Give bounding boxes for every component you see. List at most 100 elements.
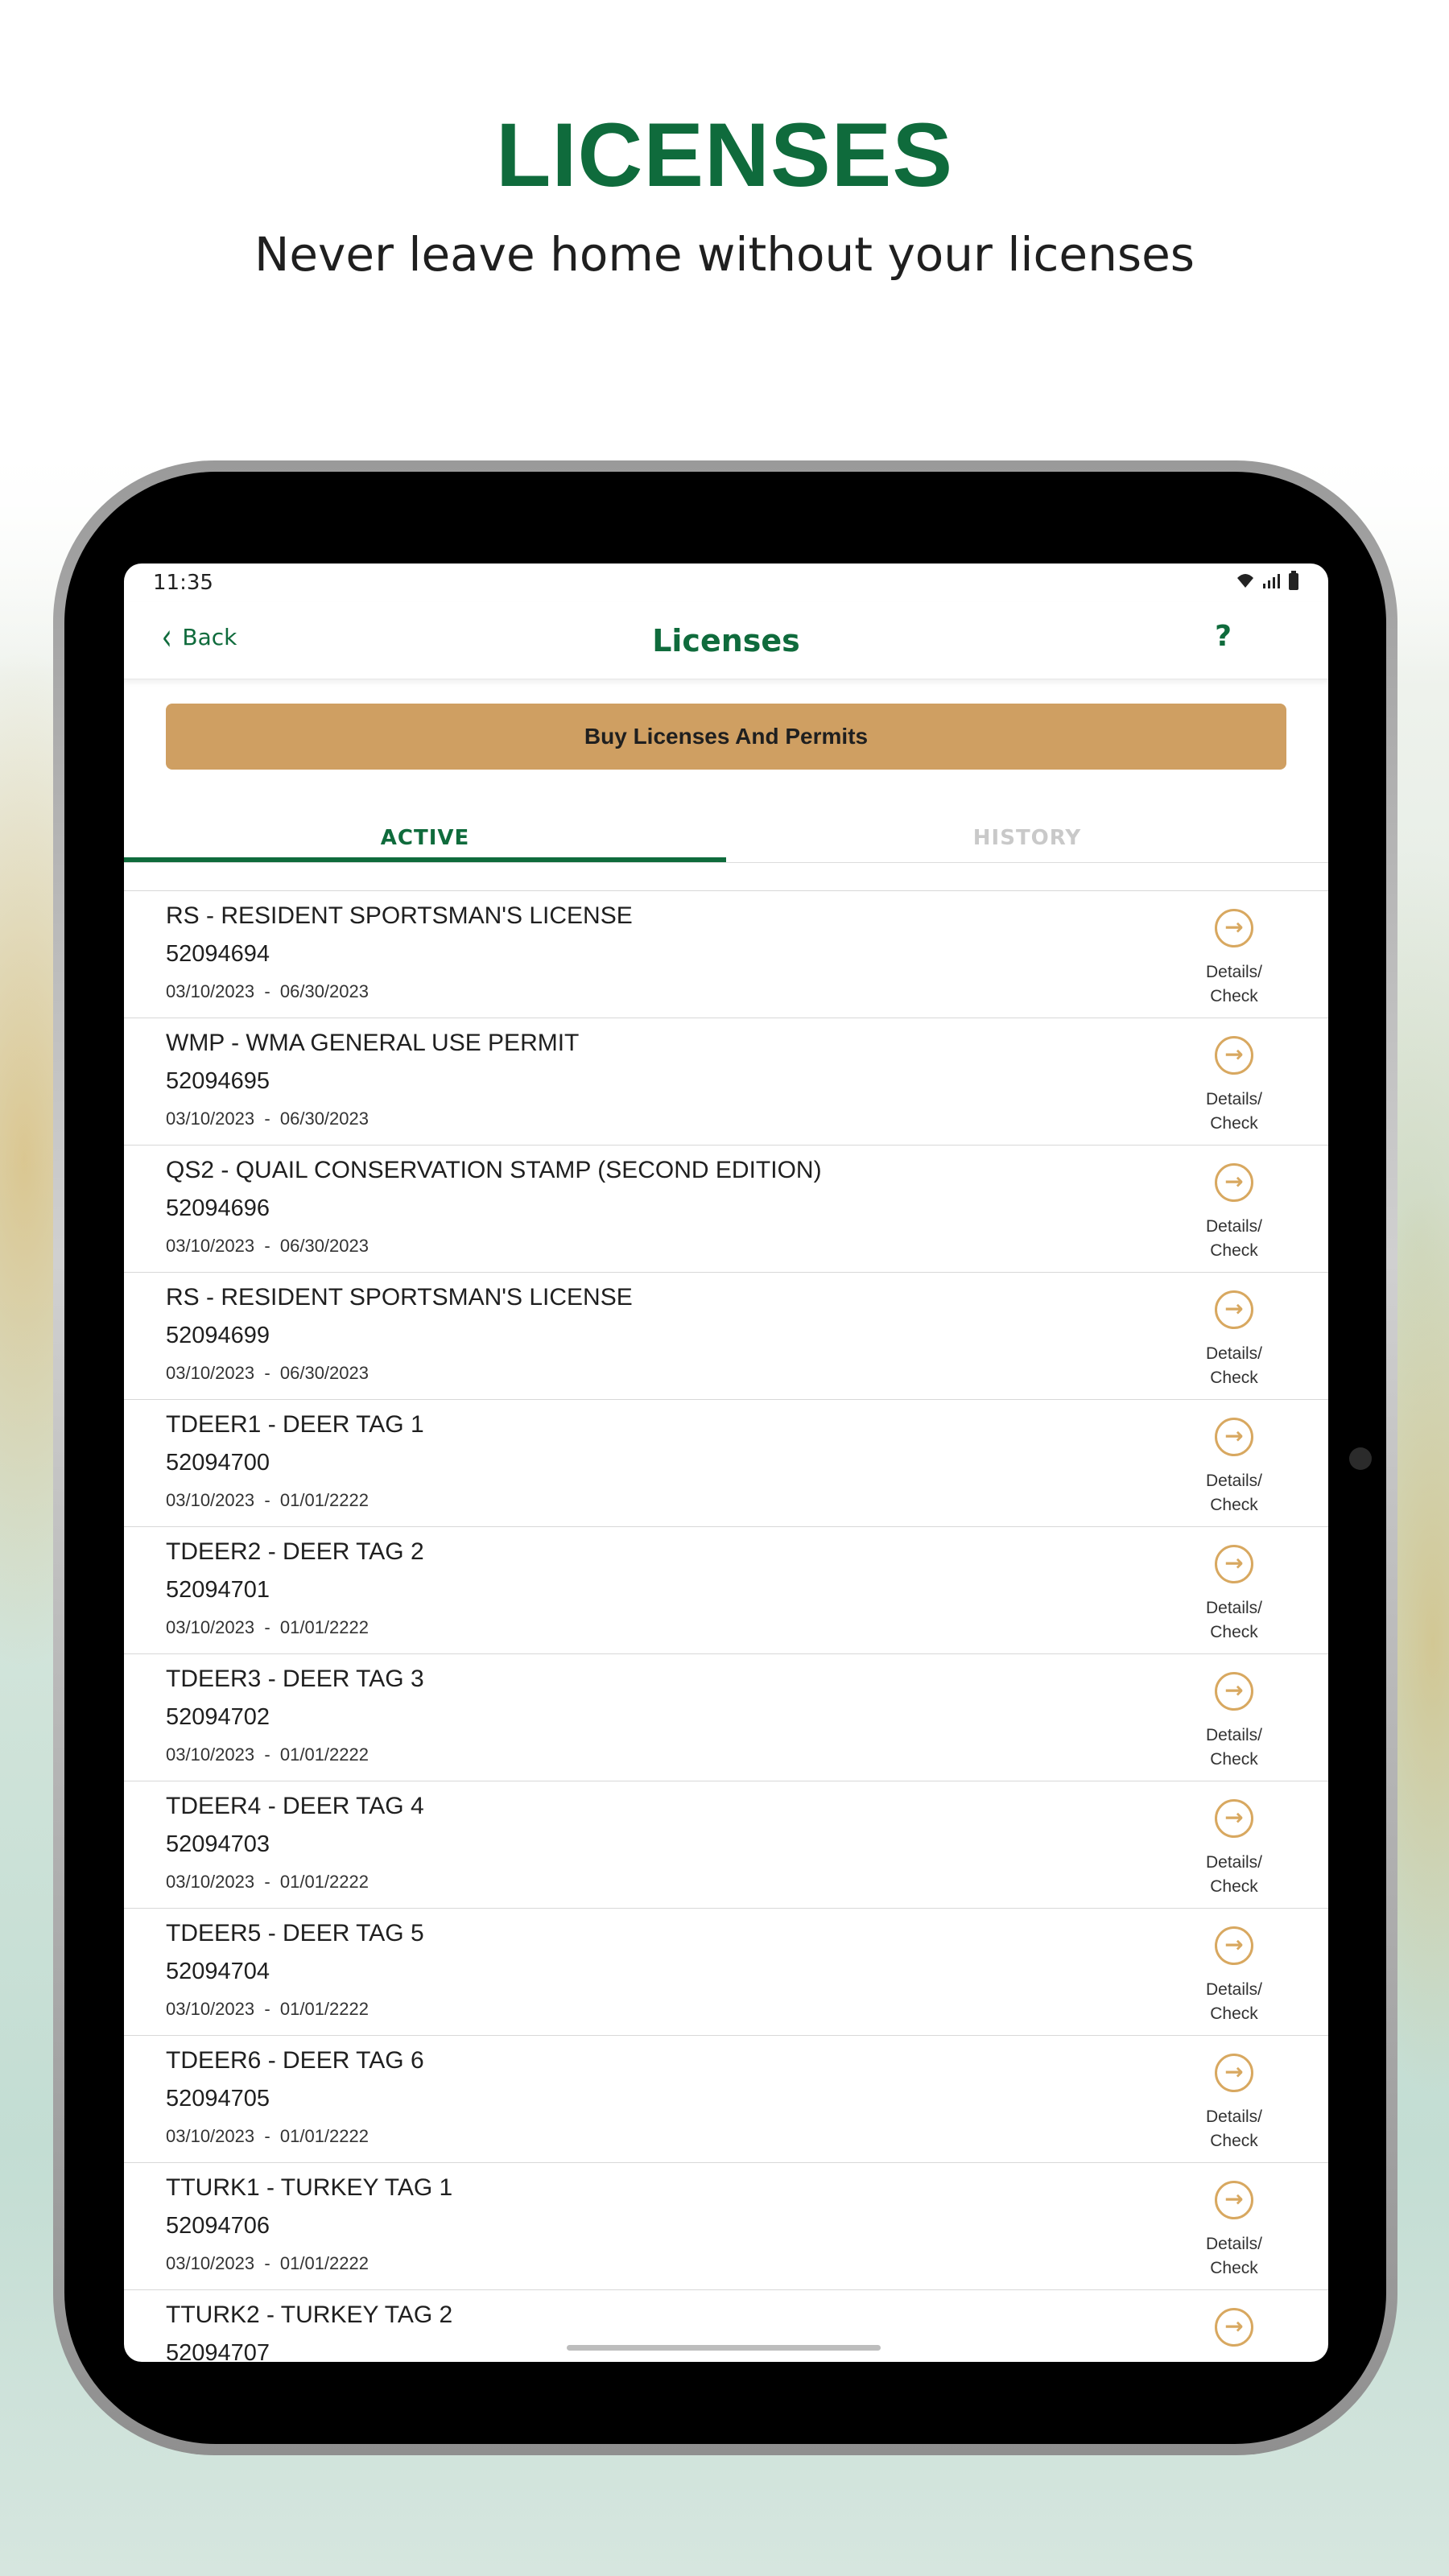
details-check-button[interactable]: → Details/Check: [1190, 2181, 1278, 2281]
details-label: Details/: [1205, 1344, 1263, 1363]
check-label: Check: [1210, 1750, 1258, 1769]
details-check-label: Details/Check: [1190, 1851, 1278, 1899]
arrow-right-icon: →: [1215, 2054, 1253, 2092]
details-check-button[interactable]: → Details/Check: [1190, 1545, 1278, 1645]
details-check-button[interactable]: → Details/Check: [1190, 1036, 1278, 1136]
tab-active[interactable]: ACTIVE: [124, 816, 726, 862]
check-label: Check: [1210, 1114, 1258, 1133]
license-number: 52094700: [166, 1450, 270, 1476]
license-dates: 03/10/2023 - 06/30/2023: [166, 1363, 369, 1383]
license-dates: 03/10/2023 - 06/30/2023: [166, 981, 369, 1001]
check-label: Check: [1210, 2259, 1258, 2277]
license-number: 52094703: [166, 1831, 270, 1857]
arrow-right-icon: →: [1215, 1290, 1253, 1329]
details-check-button[interactable]: → Details/Check: [1190, 1290, 1278, 1390]
details-label: Details/: [1205, 2107, 1263, 2126]
license-number: 52094695: [166, 1068, 270, 1094]
license-dates: 03/10/2023 - 01/01/2222: [166, 1617, 369, 1637]
license-number: 52094707: [166, 2340, 270, 2362]
license-row[interactable]: TDEER3 - DEER TAG 3 52094702 03/10/2023 - …: [124, 1654, 1328, 1781]
license-row[interactable]: TDEER1 - DEER TAG 1 52094700 03/10/2023 - …: [124, 1400, 1328, 1527]
details-label: Details/: [1205, 1217, 1263, 1236]
battery-icon: [1288, 571, 1299, 595]
license-title: TDEER6 - DEER TAG 6: [166, 2047, 424, 2074]
arrow-right-icon: →: [1215, 1036, 1253, 1075]
check-label: Check: [1210, 2132, 1258, 2150]
details-check-button[interactable]: → Details/Check: [1190, 1799, 1278, 1899]
check-label: Check: [1210, 1623, 1258, 1641]
license-number: 52094704: [166, 1959, 270, 1984]
license-title: TDEER1 - DEER TAG 1: [166, 1411, 424, 1438]
details-check-label: Details/Check: [1190, 1596, 1278, 1645]
license-dates: 03/10/2023 - 01/01/2222: [166, 1490, 369, 1510]
license-row[interactable]: WMP - WMA GENERAL USE PERMIT 52094695 03/1…: [124, 1018, 1328, 1146]
license-title: RS - RESIDENT SPORTSMAN'S LICENSE: [166, 902, 633, 929]
page-title: Licenses: [652, 623, 800, 658]
signal-icon: [1262, 572, 1282, 593]
license-title: TDEER3 - DEER TAG 3: [166, 1666, 424, 1692]
license-dates: 03/10/2023 - 01/01/2222: [166, 2126, 369, 2146]
home-indicator: [567, 2345, 881, 2351]
details-check-label: Details/Check: [1190, 1469, 1278, 1517]
license-title: TTURK1 - TURKEY TAG 1: [166, 2174, 453, 2201]
check-label: Check: [1210, 1241, 1258, 1260]
license-title: TTURK2 - TURKEY TAG 2: [166, 2301, 453, 2328]
details-check-label: Details/Check: [1190, 1342, 1278, 1390]
arrow-right-icon: →: [1215, 1163, 1253, 1202]
license-title: TDEER5 - DEER TAG 5: [166, 1920, 424, 1946]
status-time: 11:35: [153, 571, 213, 595]
tab-history[interactable]: HISTORY: [726, 816, 1328, 862]
details-label: Details/: [1205, 1090, 1263, 1108]
details-check-button[interactable]: → Details/Check: [1190, 909, 1278, 1009]
license-number: 52094705: [166, 2086, 270, 2112]
details-check-button[interactable]: → Details/Check: [1190, 1418, 1278, 1517]
license-number: 52094694: [166, 941, 270, 967]
help-button[interactable]: ?: [1215, 620, 1232, 653]
license-dates: 03/10/2023 - 01/01/2222: [166, 1744, 369, 1765]
license-row[interactable]: TDEER5 - DEER TAG 5 52094704 03/10/2023 - …: [124, 1909, 1328, 2036]
arrow-right-icon: →: [1215, 1672, 1253, 1711]
details-label: Details/: [1205, 2235, 1263, 2253]
arrow-right-icon: →: [1215, 1418, 1253, 1456]
check-label: Check: [1210, 1877, 1258, 1896]
license-row[interactable]: QS2 - QUAIL CONSERVATION STAMP (SECOND E…: [124, 1146, 1328, 1273]
details-label: Details/: [1205, 963, 1263, 981]
license-number: 52094706: [166, 2213, 270, 2239]
license-title: TDEER2 - DEER TAG 2: [166, 1538, 424, 1565]
license-title: RS - RESIDENT SPORTSMAN'S LICENSE: [166, 1284, 633, 1311]
details-label: Details/: [1205, 1726, 1263, 1744]
details-check-button[interactable]: → Details/Check: [1190, 2054, 1278, 2153]
license-title: TDEER4 - DEER TAG 4: [166, 1793, 424, 1819]
details-check-button[interactable]: → Details/Check: [1190, 1672, 1278, 1772]
details-check-button[interactable]: → Details/Check: [1190, 1926, 1278, 2026]
arrow-right-icon: →: [1215, 1545, 1253, 1583]
nav-bar: ‹ Back Licenses ?: [124, 602, 1328, 679]
license-row[interactable]: TTURK2 - TURKEY TAG 2 52094707 → Details/Ch…: [124, 2290, 1328, 2362]
license-row[interactable]: TDEER4 - DEER TAG 4 52094703 03/10/2023 - …: [124, 1781, 1328, 1909]
license-row[interactable]: RS - RESIDENT SPORTSMAN'S LICENSE 5209469…: [124, 891, 1328, 1018]
license-row[interactable]: TDEER2 - DEER TAG 2 52094701 03/10/2023 - …: [124, 1527, 1328, 1654]
details-check-label: Details/Check: [1190, 2232, 1278, 2281]
check-label: Check: [1210, 987, 1258, 1005]
status-bar: 11:35: [124, 564, 1328, 602]
details-label: Details/: [1205, 1599, 1263, 1617]
license-row[interactable]: TDEER6 - DEER TAG 6 52094705 03/10/2023 - …: [124, 2036, 1328, 2163]
details-label: Details/: [1205, 1472, 1263, 1490]
camera-icon: [1349, 1447, 1372, 1470]
wifi-icon: [1235, 572, 1256, 594]
details-label: Details/: [1205, 1980, 1263, 1999]
promo-headline: LICENSES: [495, 105, 954, 205]
details-check-label: Details/Check: [1190, 1978, 1278, 2026]
check-label: Check: [1210, 1496, 1258, 1514]
license-dates: 03/10/2023 - 01/01/2222: [166, 2253, 369, 2273]
details-check-button[interactable]: → Details/Check: [1190, 1163, 1278, 1263]
buy-licenses-button[interactable]: Buy Licenses And Permits: [166, 704, 1286, 770]
details-check-button[interactable]: → Details/Check: [1190, 2308, 1278, 2362]
arrow-right-icon: →: [1215, 1799, 1253, 1838]
license-title: WMP - WMA GENERAL USE PERMIT: [166, 1030, 580, 1056]
license-number: 52094699: [166, 1323, 270, 1348]
license-title: QS2 - QUAIL CONSERVATION STAMP (SECOND E…: [166, 1157, 822, 1183]
license-row[interactable]: RS - RESIDENT SPORTSMAN'S LICENSE 5209469…: [124, 1273, 1328, 1400]
check-label: Check: [1210, 1368, 1258, 1387]
license-row[interactable]: TTURK1 - TURKEY TAG 1 52094706 03/10/2023 …: [124, 2163, 1328, 2290]
